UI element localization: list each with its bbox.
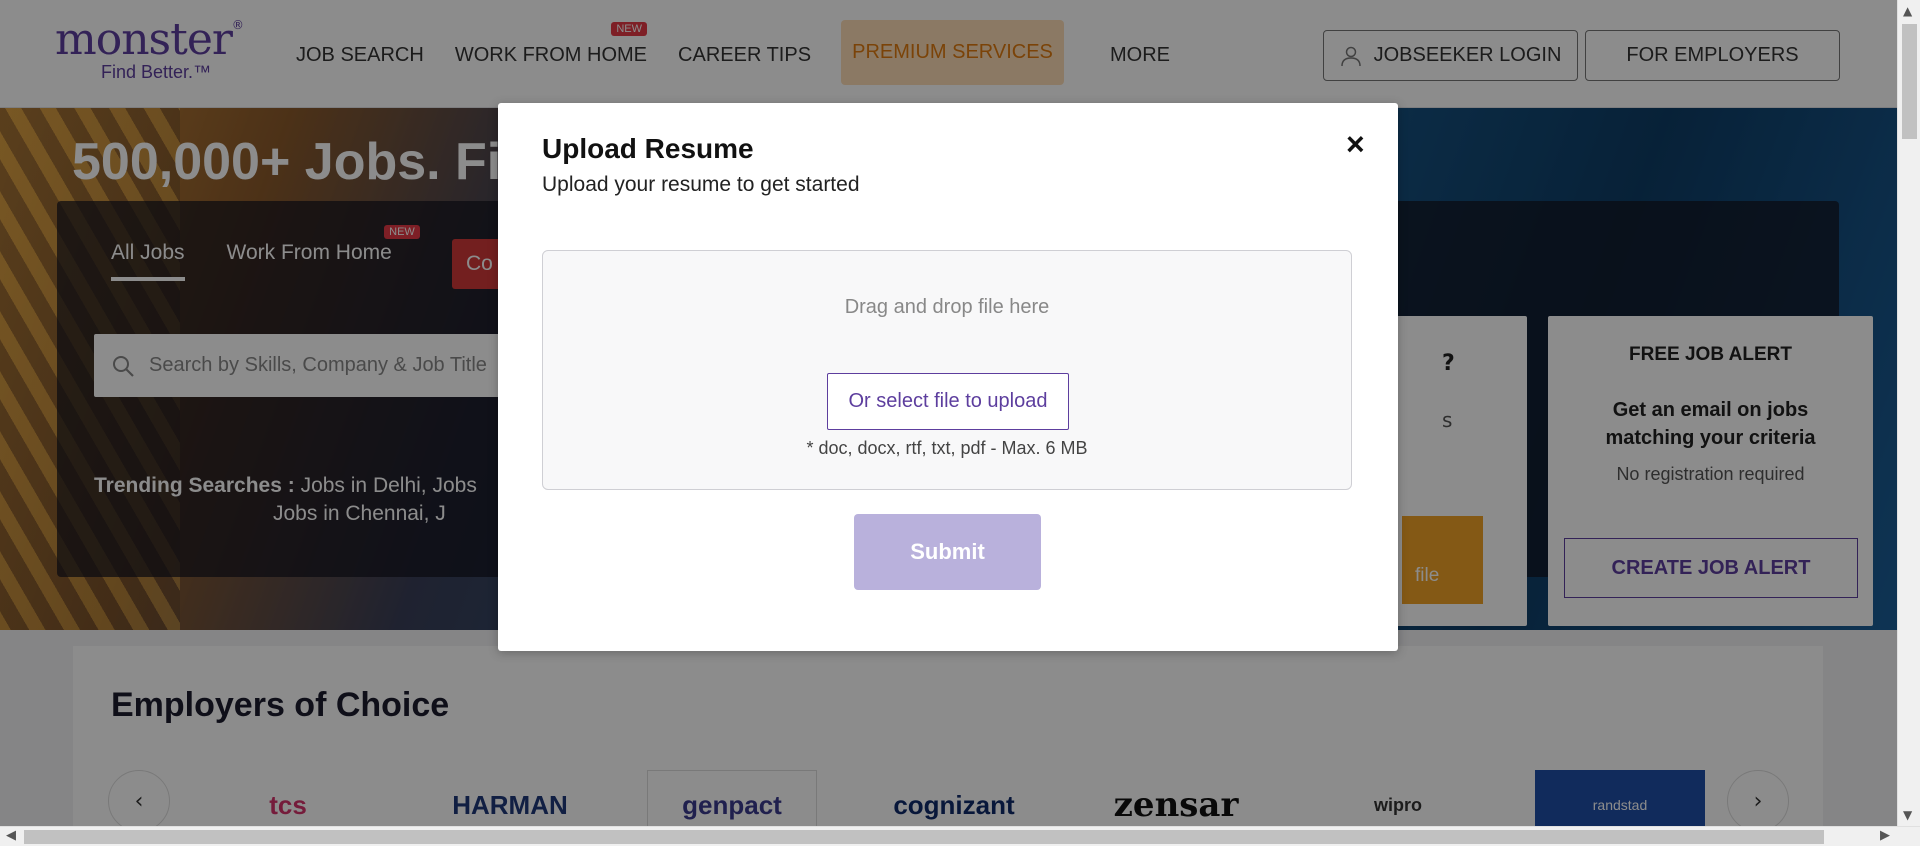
scroll-up-icon[interactable]: ▲: [1903, 4, 1912, 18]
select-file-button[interactable]: Or select file to upload: [827, 373, 1069, 430]
vertical-scrollbar[interactable]: ▲ ▼: [1897, 0, 1920, 826]
upload-resume-modal: Upload Resume Upload your resume to get …: [498, 103, 1398, 651]
close-icon[interactable]: ×: [1346, 128, 1365, 160]
modal-title: Upload Resume: [542, 133, 754, 164]
dropzone-text: Drag and drop file here: [844, 296, 1050, 318]
file-dropzone[interactable]: Drag and drop file here Or select file t…: [542, 250, 1352, 490]
vertical-scroll-thumb[interactable]: [1902, 24, 1917, 139]
submit-button[interactable]: Submit: [854, 514, 1041, 590]
scroll-left-icon[interactable]: ◀: [6, 828, 16, 843]
file-type-note: * doc, docx, rtf, txt, pdf - Max. 6 MB: [806, 438, 1088, 458]
horizontal-scroll-thumb[interactable]: [24, 830, 1824, 844]
scroll-down-icon[interactable]: ▼: [1903, 808, 1912, 822]
scroll-right-icon[interactable]: ▶: [1880, 828, 1890, 843]
horizontal-scrollbar[interactable]: ◀ ▶: [0, 826, 1920, 846]
modal-subtitle: Upload your resume to get started: [542, 173, 860, 196]
